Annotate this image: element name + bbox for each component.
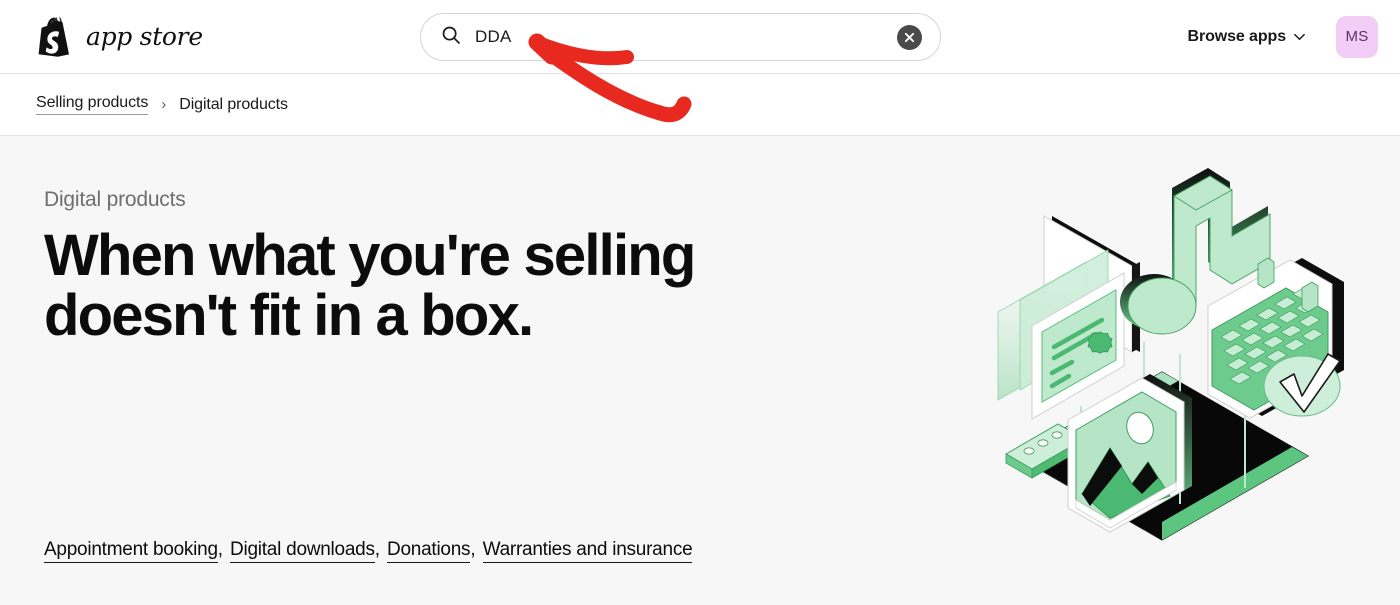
browse-apps-button[interactable]: Browse apps: [1188, 28, 1307, 46]
category-link-appointment-booking[interactable]: Appointment booking: [44, 539, 218, 563]
app-store-page: app store DDA Browse apps MS Selling pro…: [0, 0, 1400, 605]
brand-logo-link[interactable]: app store: [36, 16, 203, 57]
clear-search-button[interactable]: [897, 24, 922, 50]
shopify-bag-icon: [36, 16, 72, 57]
category-link-warranties-and-insurance[interactable]: Warranties and insurance: [482, 539, 693, 563]
site-header: app store DDA Browse apps MS: [0, 0, 1400, 74]
hero-section: Digital products When what you're sellin…: [0, 136, 1400, 605]
search-field[interactable]: [420, 13, 941, 61]
breadcrumb-current: Digital products: [179, 95, 288, 113]
comma-1: ,: [374, 539, 380, 560]
search-bar[interactable]: [420, 13, 941, 61]
breadcrumb-parent-link[interactable]: Selling products: [36, 94, 148, 115]
close-icon: [904, 32, 915, 43]
browse-apps-label: Browse apps: [1187, 27, 1287, 45]
search-input[interactable]: [475, 27, 883, 47]
brand-wordmark: app store: [86, 22, 203, 51]
comma-2: ,: [470, 539, 476, 560]
category-link-digital-downloads[interactable]: Digital downloads: [230, 539, 375, 563]
header-actions: Browse apps MS: [1188, 15, 1378, 58]
breadcrumb-separator: ›: [161, 96, 167, 113]
page-title: When what you're selling doesn't fit in …: [44, 223, 696, 348]
search-icon: [441, 25, 461, 50]
comma-0: ,: [217, 539, 224, 560]
category-links: Appointment booking , Digital downloads …: [44, 539, 693, 563]
breadcrumb: Selling products › Digital products: [0, 74, 1400, 136]
chevron-down-icon: [1293, 30, 1306, 43]
avatar[interactable]: MS: [1336, 15, 1378, 58]
category-link-donations[interactable]: Donations: [387, 539, 471, 563]
digital-products-illustration: [972, 154, 1352, 574]
